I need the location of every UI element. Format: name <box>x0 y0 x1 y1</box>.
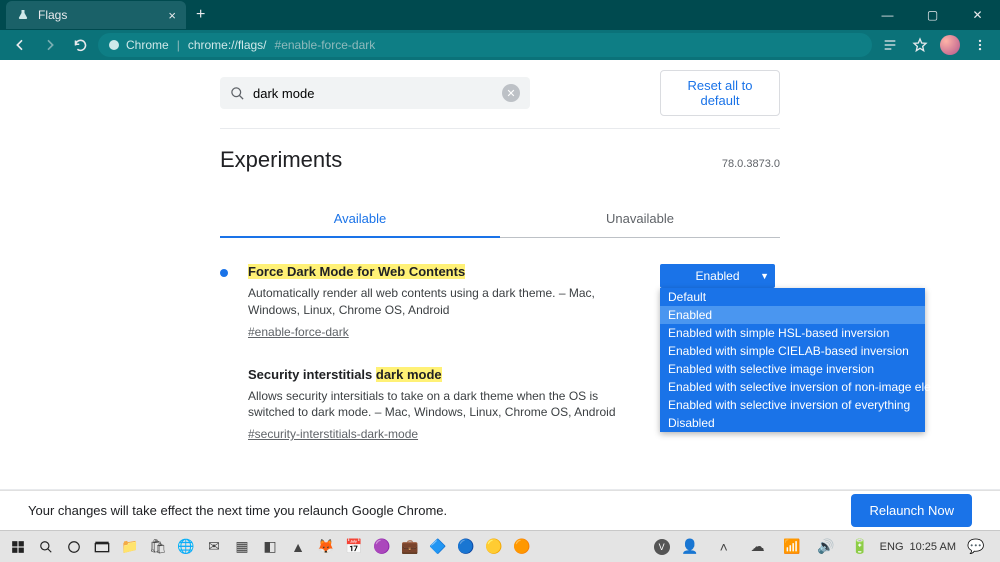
search-box[interactable]: ✕ <box>220 77 530 109</box>
chrome-icon[interactable]: 🔵 <box>452 533 480 561</box>
app-icon[interactable]: ◧ <box>256 533 284 561</box>
dropdown-option[interactable]: Enabled with selective inversion of ever… <box>660 396 925 414</box>
system-tray: V 👤 ˄ ☁ 📶 🔊 🔋 ENG 10:25 AM 💬 <box>654 533 996 561</box>
menu-button[interactable] <box>968 33 992 57</box>
tray-badge[interactable]: V <box>654 539 670 555</box>
volume-icon[interactable]: 🔊 <box>812 533 840 561</box>
omnibox-separator: | <box>177 38 180 52</box>
taskview-icon[interactable] <box>88 533 116 561</box>
close-button[interactable]: ✕ <box>955 0 1000 30</box>
dropdown-option[interactable]: Enabled with simple CIELAB-based inversi… <box>660 342 925 360</box>
app-icon[interactable]: 💼 <box>396 533 424 561</box>
dropdown-option[interactable]: Disabled <box>660 414 925 432</box>
browser-tab[interactable]: Flags × <box>6 1 186 29</box>
tabs: Available Unavailable <box>220 201 780 238</box>
page-title: Experiments <box>220 147 342 173</box>
flag-title: Security interstitials dark mode <box>248 367 640 382</box>
version-text: 78.0.3873.0 <box>722 158 780 170</box>
window-titlebar: Flags × + — ▢ ✕ <box>0 0 1000 30</box>
modified-dot-icon <box>220 269 228 277</box>
url-fragment: #enable-force-dark <box>275 38 376 52</box>
firefox-icon[interactable]: 🦊 <box>312 533 340 561</box>
url-main: chrome://flags/ <box>188 38 267 52</box>
flask-icon <box>16 8 30 22</box>
app-icon[interactable]: 🟠 <box>508 533 536 561</box>
windows-taskbar: 📁 🛍 🌐 ✉ ▦ ◧ ▲ 🦊 📅 🟣 💼 🔷 🔵 🟡 🟠 V 👤 ˄ ☁ 📶 … <box>0 530 1000 562</box>
relaunch-button[interactable]: Relaunch Now <box>851 494 972 527</box>
tray-chevron-icon[interactable]: ˄ <box>710 533 738 561</box>
browser-toolbar: Chrome | chrome://flags/ #enable-force-da… <box>0 30 1000 60</box>
flag-item: Force Dark Mode for Web Contents Automat… <box>220 264 780 341</box>
app-icon[interactable]: 🟡 <box>480 533 508 561</box>
maximize-button[interactable]: ▢ <box>910 0 955 30</box>
select-value: Enabled <box>695 269 739 283</box>
mail-icon[interactable]: ✉ <box>200 533 228 561</box>
app-icon[interactable]: ▲ <box>284 533 312 561</box>
flag-description: Automatically render all web contents us… <box>248 285 640 319</box>
bookmark-star-icon[interactable] <box>908 33 932 57</box>
dropdown-option[interactable]: Enabled with selective image inversion <box>660 360 925 378</box>
search-icon <box>230 86 245 101</box>
new-tab-button[interactable]: + <box>196 6 205 24</box>
forward-button[interactable] <box>38 33 62 57</box>
battery-icon[interactable]: 🔋 <box>846 533 874 561</box>
caret-down-icon: ▼ <box>760 271 769 281</box>
chrome-icon <box>108 39 120 51</box>
onedrive-icon[interactable]: ☁ <box>744 533 772 561</box>
tray-language[interactable]: ENG <box>880 541 904 553</box>
reload-button[interactable] <box>68 33 92 57</box>
tab-available[interactable]: Available <box>220 201 500 238</box>
window-controls: — ▢ ✕ <box>865 0 1000 30</box>
store-icon[interactable]: 🛍 <box>144 533 172 561</box>
tab-close-icon[interactable]: × <box>168 8 176 23</box>
search-row: ✕ Reset all to default <box>220 60 780 129</box>
back-button[interactable] <box>8 33 32 57</box>
tab-unavailable[interactable]: Unavailable <box>500 201 780 237</box>
start-button[interactable] <box>4 533 32 561</box>
dropdown-option[interactable]: Enabled <box>660 306 925 324</box>
footer-message: Your changes will take effect the next t… <box>28 503 447 518</box>
dropdown-option[interactable]: Enabled with selective inversion of non-… <box>660 378 925 396</box>
flag-anchor[interactable]: #enable-force-dark <box>248 325 349 339</box>
cortana-icon[interactable] <box>60 533 88 561</box>
flag-dropdown[interactable]: Default Enabled Enabled with simple HSL-… <box>660 288 925 432</box>
profile-avatar[interactable] <box>938 33 962 57</box>
clear-search-button[interactable]: ✕ <box>502 84 520 102</box>
dropdown-option[interactable]: Enabled with simple HSL-based inversion <box>660 324 925 342</box>
tray-clock[interactable]: 10:25 AM <box>910 541 956 553</box>
site-chip-label: Chrome <box>126 38 169 52</box>
app-icon[interactable]: ▦ <box>228 533 256 561</box>
calendar-icon[interactable]: 📅 <box>340 533 368 561</box>
tab-title: Flags <box>38 8 67 22</box>
flag-select[interactable]: Enabled ▼ <box>660 264 775 288</box>
people-icon[interactable]: 👤 <box>676 533 704 561</box>
address-bar[interactable]: Chrome | chrome://flags/ #enable-force-da… <box>98 33 872 57</box>
wifi-icon[interactable]: 📶 <box>778 533 806 561</box>
reader-icon[interactable] <box>878 33 902 57</box>
search-input[interactable] <box>253 86 494 101</box>
search-icon[interactable] <box>32 533 60 561</box>
site-info-chip[interactable]: Chrome <box>108 38 169 52</box>
edge-icon[interactable]: 🌐 <box>172 533 200 561</box>
page-content: ✕ Reset all to default Experiments 78.0.… <box>0 60 1000 490</box>
dropdown-option[interactable]: Default <box>660 288 925 306</box>
reset-all-button[interactable]: Reset all to default <box>660 70 780 116</box>
flag-anchor[interactable]: #security-interstitials-dark-mode <box>248 427 418 441</box>
page-header: Experiments 78.0.3873.0 <box>220 147 780 173</box>
flag-description: Allows security intersitials to take on … <box>248 388 640 422</box>
minimize-button[interactable]: — <box>865 0 910 30</box>
flag-title: Force Dark Mode for Web Contents <box>248 264 640 279</box>
relaunch-footer: Your changes will take effect the next t… <box>0 490 1000 530</box>
explorer-icon[interactable]: 📁 <box>116 533 144 561</box>
notifications-icon[interactable]: 💬 <box>962 533 990 561</box>
app-icon[interactable]: 🔷 <box>424 533 452 561</box>
app-icon[interactable]: 🟣 <box>368 533 396 561</box>
